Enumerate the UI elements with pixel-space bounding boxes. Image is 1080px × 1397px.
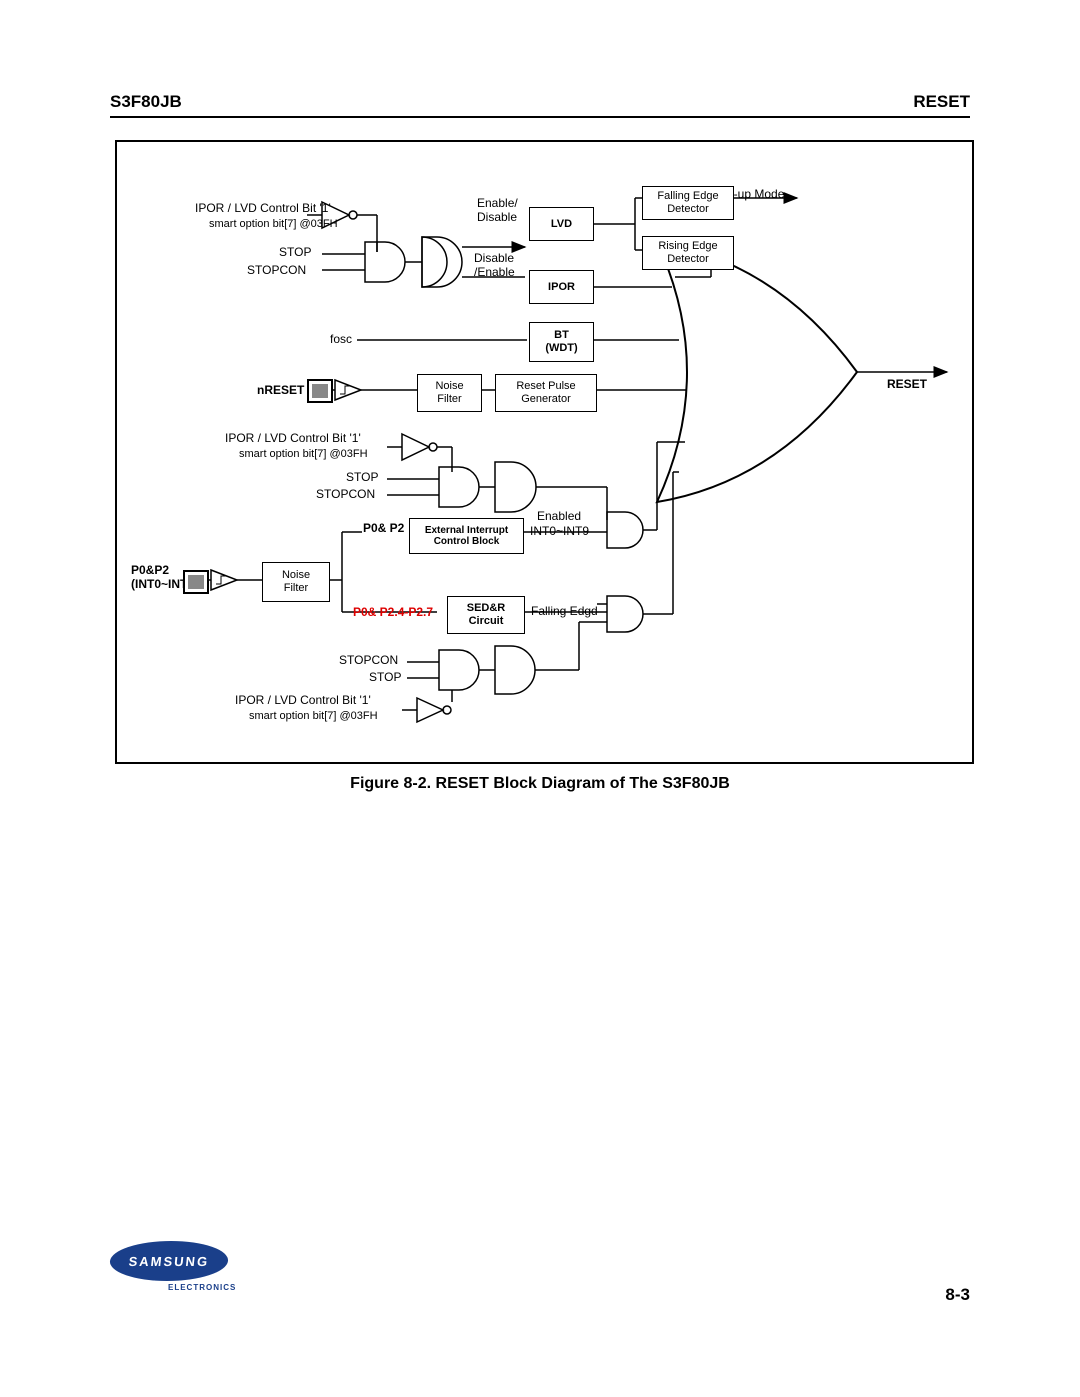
lbl-p0p2: P0& P2 bbox=[363, 522, 404, 536]
lbl-disable-enable: Disable /Enable bbox=[474, 252, 515, 280]
box-ipor: IPOR bbox=[529, 270, 594, 304]
page-number: 8-3 bbox=[945, 1285, 970, 1305]
lbl-ipor-lvd-3: IPOR / LVD Control Bit '1' bbox=[235, 694, 371, 708]
box-bt-wdt: BT (WDT) bbox=[529, 322, 594, 362]
lbl-p0p2-range: P0& P2.4-P2.7 bbox=[353, 606, 433, 620]
figure-caption: Figure 8-2. RESET Block Diagram of The S… bbox=[0, 775, 1080, 793]
pad-p0p2 bbox=[183, 570, 209, 594]
pad-nreset bbox=[307, 379, 333, 403]
lbl-enabled: Enabled bbox=[537, 510, 581, 524]
box-ext-int-blk: External Interrupt Control Block bbox=[409, 518, 524, 554]
box-noise-filter-2: Noise Filter bbox=[262, 562, 330, 602]
box-sedr: SED&R Circuit bbox=[447, 596, 525, 634]
lbl-stop-3: STOP bbox=[369, 671, 401, 685]
lbl-smart-opt-3: smart option bit[7] @03FH bbox=[249, 710, 378, 723]
lbl-stop-1: STOP bbox=[279, 246, 311, 260]
samsung-sub: ELECTRONICS bbox=[168, 1283, 236, 1292]
box-reset-pulse-gen: Reset Pulse Generator bbox=[495, 374, 597, 412]
diagram-frame: IPOR / LVD Control Bit '1' smart option … bbox=[115, 140, 974, 764]
page-header: S3F80JB RESET bbox=[110, 92, 970, 118]
footer-logo: SAMSUNG ELECTRONICS bbox=[110, 1241, 236, 1292]
lbl-stopcon-2: STOPCON bbox=[316, 488, 375, 502]
header-right: RESET bbox=[913, 92, 970, 112]
lbl-ipor-lvd-1: IPOR / LVD Control Bit '1' bbox=[195, 202, 331, 216]
box-falling-edge-det: Falling Edge Detector bbox=[642, 186, 734, 220]
lbl-stop-2: STOP bbox=[346, 471, 378, 485]
page: S3F80JB RESET bbox=[0, 0, 1080, 1397]
lbl-stopcon-3: STOPCON bbox=[339, 654, 398, 668]
header-left: S3F80JB bbox=[110, 92, 182, 112]
box-lvd: LVD bbox=[529, 207, 594, 241]
lbl-nreset: nRESET bbox=[257, 384, 304, 398]
lbl-falling-edgd: Falling Edgd bbox=[531, 605, 598, 619]
box-noise-filter-1: Noise Filter bbox=[417, 374, 482, 412]
lbl-fosc: fosc bbox=[330, 333, 352, 347]
lbl-stopcon-1: STOPCON bbox=[247, 264, 306, 278]
box-rising-edge-det: Rising Edge Detector bbox=[642, 236, 734, 270]
lbl-enable-disable: Enable/ Disable bbox=[477, 197, 518, 225]
lbl-smart-opt-2: smart option bit[7] @03FH bbox=[239, 448, 368, 461]
lbl-smart-opt-1: smart option bit[7] @03FH bbox=[209, 218, 338, 231]
lbl-reset-out: RESET bbox=[887, 378, 927, 392]
lbl-ipor-lvd-2: IPOR / LVD Control Bit '1' bbox=[225, 432, 361, 446]
samsung-logo: SAMSUNG bbox=[108, 1241, 230, 1281]
lbl-int0int9: INT0~INT9 bbox=[530, 525, 589, 539]
